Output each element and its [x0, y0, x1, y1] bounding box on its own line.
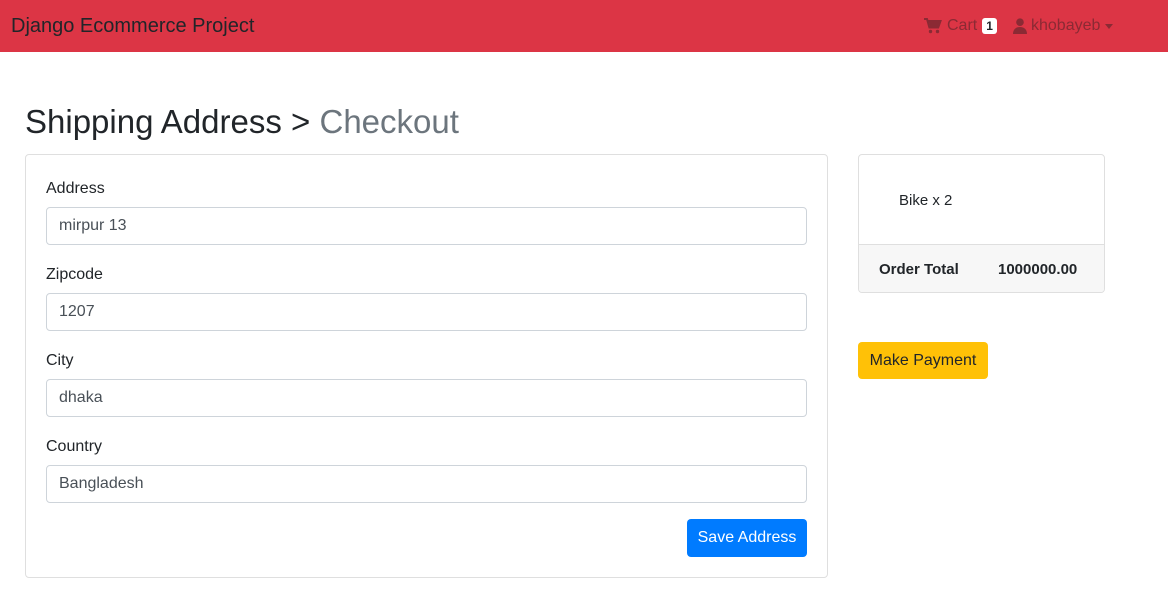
order-summary-card: Bike x 2 Order Total 1000000.00 — [858, 154, 1105, 293]
page-subtitle: Checkout — [319, 103, 459, 140]
shopping-cart-icon — [924, 18, 942, 34]
country-input[interactable] — [46, 465, 807, 503]
user-icon — [1013, 18, 1027, 34]
page-title: Shipping Address > Checkout — [25, 101, 459, 143]
order-total-label: Order Total — [879, 261, 959, 278]
country-label: Country — [46, 438, 103, 455]
cart-count-badge: 1 — [982, 18, 997, 34]
order-item: Bike x 2 — [899, 192, 953, 209]
brand-link[interactable]: Django Ecommerce Project — [11, 14, 254, 38]
zipcode-input[interactable] — [46, 293, 807, 331]
order-total-row: Order Total 1000000.00 — [859, 244, 1104, 292]
address-input[interactable] — [46, 207, 807, 245]
zipcode-label: Zipcode — [46, 266, 103, 283]
user-dropdown[interactable]: khobayeb — [1013, 15, 1114, 37]
cart-label: Cart — [947, 17, 978, 34]
caret-down-icon — [1105, 24, 1114, 29]
shipping-form-card: Address Zipcode City Country Save Addres… — [25, 154, 828, 578]
make-payment-button[interactable]: Make Payment — [858, 342, 988, 379]
address-label: Address — [46, 180, 105, 197]
city-input[interactable] — [46, 379, 807, 417]
city-label: City — [46, 352, 74, 369]
order-total-value: 1000000.00 — [998, 261, 1078, 278]
navbar: Django Ecommerce Project Cart 1 khobayeb — [0, 0, 1168, 52]
cart-link[interactable]: Cart 1 — [924, 15, 997, 37]
user-name: khobayeb — [1031, 17, 1101, 34]
save-address-button[interactable]: Save Address — [687, 519, 807, 557]
title-separator: > — [291, 103, 311, 140]
page-title-main: Shipping Address — [25, 103, 282, 140]
